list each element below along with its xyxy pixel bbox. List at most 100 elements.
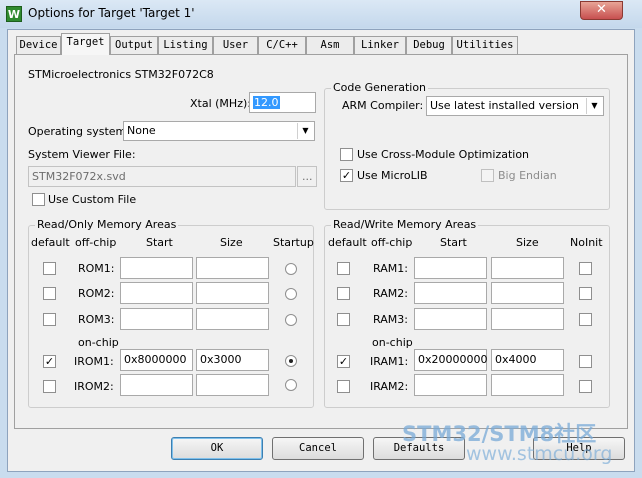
tab-output[interactable]: Output [110, 36, 158, 54]
rom3-size-input[interactable] [196, 308, 269, 330]
arm-compiler-select[interactable]: Use latest installed version ▼ [426, 96, 604, 116]
microlib-label: Use MicroLIB [357, 169, 428, 182]
ram2-size-input[interactable] [491, 282, 564, 304]
irom2-default-checkbox[interactable] [43, 380, 56, 393]
tab-linker[interactable]: Linker [354, 36, 406, 54]
rom1-default-checkbox[interactable] [43, 262, 56, 275]
rw-header-offchip: off-chip [371, 236, 413, 249]
tab-asm[interactable]: Asm [306, 36, 354, 54]
check-icon: ✓ [338, 355, 349, 368]
big-endian-checkbox[interactable] [481, 169, 494, 182]
iram1-size-input[interactable]: 0x4000 [491, 349, 564, 371]
rw-header-start: Start [440, 236, 467, 249]
irom1-size-input[interactable]: 0x3000 [196, 349, 269, 371]
close-icon: ✕ [596, 2, 607, 17]
rw-header-noinit: NoInit [570, 236, 603, 249]
tab-user[interactable]: User [213, 36, 258, 54]
ram3-start-input[interactable] [414, 308, 487, 330]
rom2-label: ROM2: [78, 287, 115, 300]
irom2-label: IROM2: [74, 380, 114, 393]
tab-utilities[interactable]: Utilities [452, 36, 518, 54]
ro-header-offchip: off-chip [75, 236, 117, 249]
cross-module-checkbox[interactable] [340, 148, 353, 161]
svf-browse-button[interactable]: ... [297, 166, 317, 187]
ro-header-startup: Startup [273, 236, 314, 249]
irom1-start-input[interactable]: 0x8000000 [120, 349, 193, 371]
ro-onchip-label: on-chip [78, 336, 119, 349]
rom2-start-input[interactable] [120, 282, 193, 304]
rom2-default-checkbox[interactable] [43, 287, 56, 300]
svf-label: System Viewer File: [28, 148, 136, 161]
iram2-size-input[interactable] [491, 374, 564, 396]
cross-module-label: Use Cross-Module Optimization [357, 148, 530, 161]
ram1-size-input[interactable] [491, 257, 564, 279]
ro-header-size: Size [220, 236, 243, 249]
svf-input[interactable]: STM32F072x.svd [28, 166, 296, 187]
iram1-label: IRAM1: [370, 355, 409, 368]
ram2-label: RAM2: [373, 287, 408, 300]
ram3-label: RAM3: [373, 313, 408, 326]
cancel-button[interactable]: Cancel [272, 437, 364, 460]
check-icon: ✓ [44, 355, 55, 368]
tab-listing[interactable]: Listing [158, 36, 213, 54]
irom1-startup-radio[interactable] [285, 355, 297, 367]
ram1-noinit-checkbox[interactable] [579, 262, 592, 275]
tab-target[interactable]: Target [61, 33, 110, 55]
xtal-value: 12.0 [253, 96, 280, 109]
ram3-noinit-checkbox[interactable] [579, 313, 592, 326]
app-icon: W [6, 6, 22, 22]
rw-memory-title: Read/Write Memory Areas [331, 218, 479, 231]
rw-header-size: Size [516, 236, 539, 249]
rom2-size-input[interactable] [196, 282, 269, 304]
rom2-startup-radio[interactable] [285, 288, 297, 300]
tab-debug[interactable]: Debug [406, 36, 452, 54]
rom1-size-input[interactable] [196, 257, 269, 279]
ram3-size-input[interactable] [491, 308, 564, 330]
ram2-noinit-checkbox[interactable] [579, 287, 592, 300]
ram2-start-input[interactable] [414, 282, 487, 304]
big-endian-label: Big Endian [498, 169, 557, 182]
ok-button[interactable]: OK [171, 437, 263, 460]
rw-onchip-label: on-chip [372, 336, 413, 349]
rom1-startup-radio[interactable] [285, 263, 297, 275]
code-generation-title: Code Generation [331, 81, 429, 94]
device-name: STMicroelectronics STM32F072C8 [28, 68, 214, 81]
rom3-default-checkbox[interactable] [43, 313, 56, 326]
iram1-default-checkbox[interactable]: ✓ [337, 355, 350, 368]
chevron-down-icon: ▼ [586, 98, 602, 114]
iram2-default-checkbox[interactable] [337, 380, 350, 393]
iram1-start-input[interactable]: 0x20000000 [414, 349, 488, 371]
rom1-label: ROM1: [78, 262, 115, 275]
irom2-start-input[interactable] [120, 374, 193, 396]
os-select[interactable]: None ▼ [123, 121, 315, 141]
rom3-start-input[interactable] [120, 308, 193, 330]
rom3-startup-radio[interactable] [285, 314, 297, 326]
defaults-button[interactable]: Defaults [373, 437, 465, 460]
xtal-label: Xtal (MHz): [190, 97, 251, 110]
check-icon: ✓ [341, 169, 352, 182]
iram1-noinit-checkbox[interactable] [579, 355, 592, 368]
tab-c-cpp[interactable]: C/C++ [258, 36, 306, 54]
ro-header-default: default [31, 236, 70, 249]
rom1-start-input[interactable] [120, 257, 193, 279]
use-custom-file-checkbox[interactable] [32, 193, 45, 206]
xtal-input[interactable]: 12.0 [249, 92, 316, 113]
use-custom-file-label: Use Custom File [48, 193, 137, 206]
tab-device[interactable]: Device [16, 36, 61, 54]
ram1-start-input[interactable] [414, 257, 487, 279]
help-button[interactable]: Help [533, 437, 625, 460]
ram2-default-checkbox[interactable] [337, 287, 350, 300]
microlib-checkbox[interactable]: ✓ [340, 169, 353, 182]
irom1-default-checkbox[interactable]: ✓ [43, 355, 56, 368]
iram2-start-input[interactable] [414, 374, 487, 396]
iram2-label: IRAM2: [370, 380, 409, 393]
close-button[interactable]: ✕ [580, 1, 623, 20]
iram2-noinit-checkbox[interactable] [579, 380, 592, 393]
rom3-label: ROM3: [78, 313, 115, 326]
ram1-default-checkbox[interactable] [337, 262, 350, 275]
ram3-default-checkbox[interactable] [337, 313, 350, 326]
os-label: Operating system: [28, 125, 130, 138]
irom2-size-input[interactable] [196, 374, 269, 396]
irom2-startup-radio[interactable] [285, 379, 297, 391]
arm-compiler-label: ARM Compiler: [342, 99, 424, 112]
